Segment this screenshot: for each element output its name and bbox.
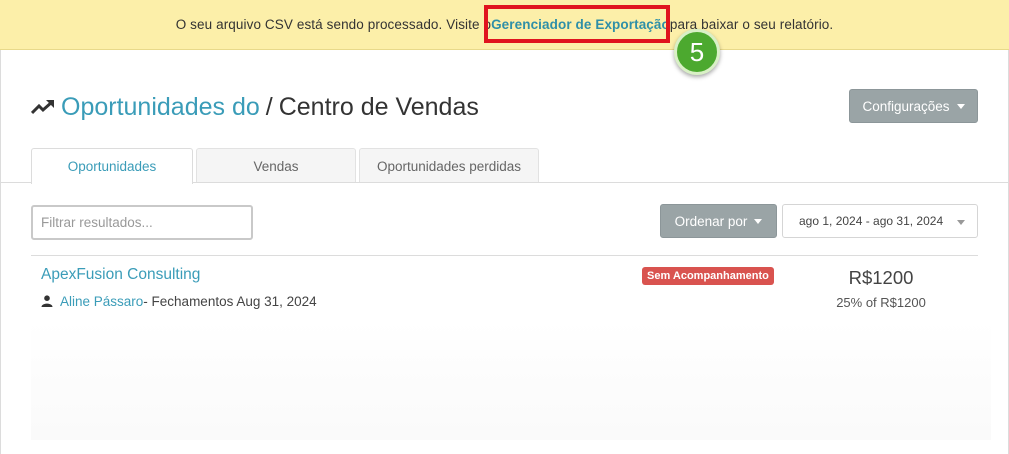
status-badge: Sem Acompanhamento — [642, 267, 774, 285]
list-divider — [31, 255, 978, 256]
title-main: Centro de Vendas — [278, 92, 479, 121]
chevron-down-icon — [956, 103, 965, 109]
title-separator: / — [265, 92, 273, 121]
trending-up-icon — [31, 100, 54, 115]
settings-button[interactable]: Configurações — [849, 89, 978, 123]
opportunity-name-link[interactable]: ApexFusion Consulting — [41, 266, 200, 284]
chevron-down-icon — [957, 220, 965, 225]
page-title: Oportunidades do / Centro de Vendas — [31, 90, 479, 124]
tab-opportunities[interactable]: Oportunidades — [31, 148, 193, 184]
tab-label: Oportunidades — [67, 159, 157, 174]
tab-lost-opportunities[interactable]: Oportunidades perdidas — [359, 148, 539, 183]
highlight-box — [484, 5, 670, 43]
opportunity-closing-date: - Fechamentos Aug 31, 2024 — [143, 293, 317, 309]
empty-list-area — [31, 320, 991, 440]
opportunity-amount: R$1200 — [848, 267, 914, 288]
date-range-value: ago 1, 2024 - ago 31, 2024 — [799, 214, 944, 228]
banner-text-before: O seu arquivo CSV está sendo processado.… — [175, 17, 492, 32]
tab-sales[interactable]: Vendas — [196, 148, 356, 183]
chevron-down-icon — [754, 218, 763, 224]
settings-button-label: Configurações — [862, 98, 950, 114]
tab-label: Vendas — [253, 158, 299, 174]
title-link[interactable]: Oportunidades do — [61, 93, 260, 122]
sort-by-label: Ordenar por — [674, 213, 748, 229]
user-icon — [41, 295, 53, 307]
opportunity-meta: Aline Pássaro - Fechamentos Aug 31, 2024 — [41, 292, 317, 310]
tab-label: Oportunidades perdidas — [376, 158, 522, 174]
sort-by-button[interactable]: Ordenar por — [660, 204, 777, 238]
filter-results-input[interactable] — [31, 205, 253, 240]
step-number-badge: 5 — [674, 29, 720, 75]
opportunity-owner-link[interactable]: Aline Pássaro — [60, 294, 143, 309]
opportunity-probability: 25% of R$1200 — [836, 295, 926, 310]
date-range-select[interactable]: ago 1, 2024 - ago 31, 2024 — [782, 204, 978, 238]
